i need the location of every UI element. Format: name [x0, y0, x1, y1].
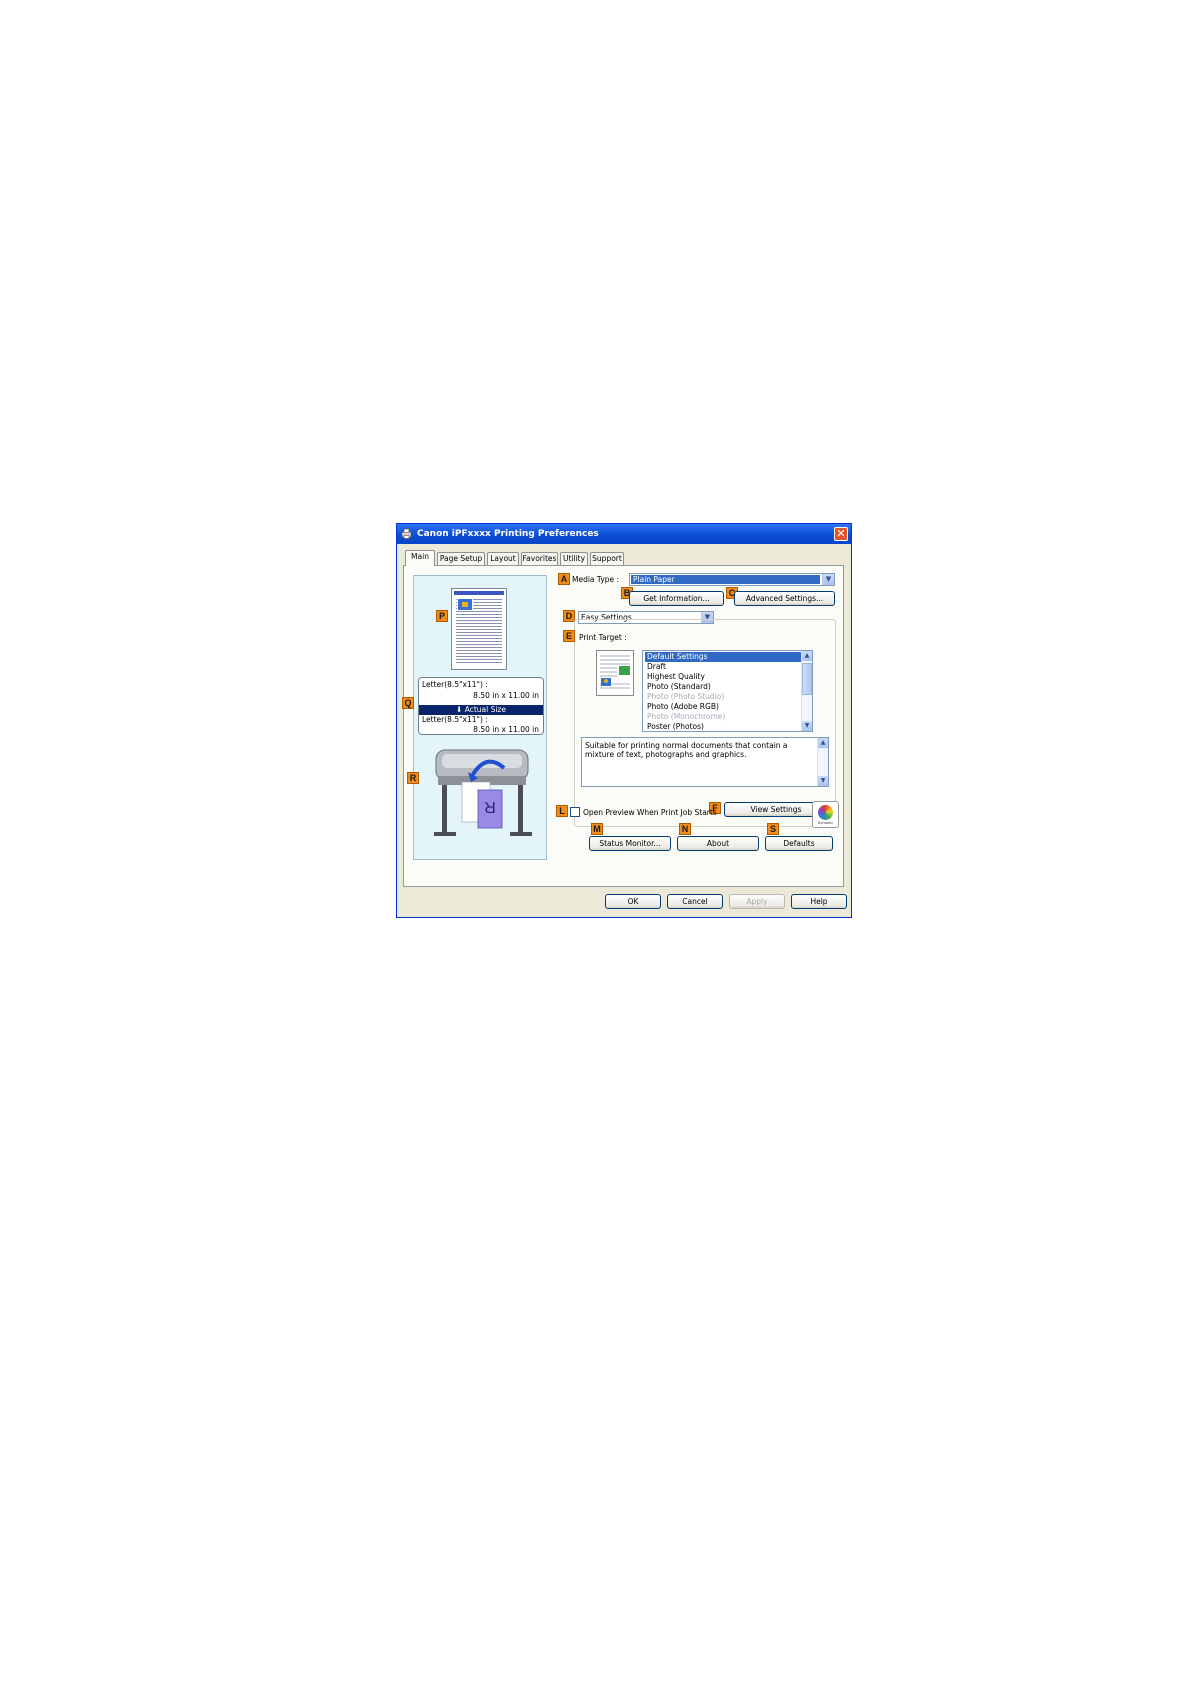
down-arrow-icon: ⬇ — [456, 705, 463, 714]
close-icon: ✕ — [836, 527, 846, 540]
color-mode-icon[interactable]: Dynamic — [812, 801, 839, 828]
scroll-thumb[interactable] — [802, 663, 812, 695]
media-type-value: Plain Paper — [631, 575, 820, 584]
list-item[interactable]: Photo (Standard) — [645, 682, 807, 692]
page-image-icon — [457, 598, 473, 611]
list-item[interactable]: Photo (Adobe RGB) — [645, 702, 807, 712]
marker-s: S — [767, 823, 779, 835]
print-target-description: Suitable for printing normal documents t… — [581, 737, 829, 787]
chevron-down-icon[interactable]: ▼ — [822, 574, 834, 585]
advanced-settings-button[interactable]: Advanced Settings... — [734, 591, 835, 606]
page-layout-preview[interactable] — [451, 588, 507, 670]
list-item[interactable]: Poster (Photos) — [645, 722, 807, 731]
media-type-select[interactable]: Plain Paper ▼ — [629, 573, 835, 586]
defaults-button[interactable]: Defaults — [765, 836, 833, 851]
color-wheel-icon — [818, 805, 833, 820]
help-button[interactable]: Help — [791, 894, 847, 909]
print-target-preview — [596, 650, 634, 696]
list-item[interactable]: Draft — [645, 662, 807, 672]
marker-m: M — [591, 823, 603, 835]
scroll-up-icon[interactable]: ▲ — [802, 651, 812, 661]
tab-support[interactable]: Support — [590, 552, 624, 565]
marker-a: A — [558, 573, 570, 585]
ok-button[interactable]: OK — [605, 894, 661, 909]
page-header-stripe — [454, 591, 504, 595]
marker-n: N — [679, 823, 691, 835]
printer-paper-letter: R — [484, 798, 496, 815]
easy-settings-group: E Print Target : Default Settings Draft — [563, 619, 836, 827]
marker-e: E — [563, 630, 575, 642]
marker-l: L — [556, 805, 568, 817]
list-item[interactable]: Highest Quality — [645, 672, 807, 682]
tab-utility[interactable]: Utility — [560, 552, 588, 565]
output-size-value: 8.50 in x 11.00 in — [473, 725, 539, 734]
list-item[interactable]: Default Settings — [645, 652, 807, 662]
apply-button[interactable]: Apply — [729, 894, 785, 909]
tab-favorites[interactable]: Favorites — [521, 552, 558, 565]
get-information-button[interactable]: Get Information... — [629, 591, 724, 606]
tab-layout[interactable]: Layout — [487, 552, 519, 565]
color-mode-caption: Dynamic — [817, 821, 834, 825]
open-preview-checkbox[interactable] — [570, 807, 580, 817]
printing-preferences-dialog: Canon iPFxxxx Printing Preferences ✕ Mai… — [396, 523, 852, 918]
output-size-label: Letter(8.5"x11") : — [422, 715, 488, 724]
media-type-label: Media Type : — [572, 575, 620, 584]
list-item[interactable]: Photo (Photo Studio) — [645, 692, 807, 702]
status-monitor-button[interactable]: Status Monitor... — [589, 836, 671, 851]
marker-p: P — [436, 610, 448, 622]
original-size-label: Letter(8.5"x11") : — [422, 680, 488, 689]
print-target-list[interactable]: Default Settings Draft Highest Quality P… — [642, 650, 813, 732]
scroll-up-icon[interactable]: ▲ — [818, 738, 828, 748]
print-target-label: Print Target : — [579, 633, 627, 642]
tab-page-setup[interactable]: Page Setup — [437, 552, 485, 565]
tab-main[interactable]: Main — [405, 550, 435, 566]
print-target-scrollbar[interactable]: ▲ ▼ — [801, 651, 812, 731]
open-preview-label: Open Preview When Print Job Starts — [583, 808, 717, 817]
large-format-printer-icon: R — [434, 749, 532, 836]
document-preview-icon — [600, 655, 630, 689]
window-title: Canon iPFxxxx Printing Preferences — [417, 529, 599, 539]
marker-r: R — [407, 772, 419, 784]
title-bar[interactable]: Canon iPFxxxx Printing Preferences ✕ — [397, 524, 851, 544]
original-size-value: 8.50 in x 11.00 in — [473, 691, 539, 700]
description-scrollbar[interactable]: ▲ ▼ — [817, 738, 828, 786]
scaling-indicator: ⬇ Actual Size — [419, 705, 543, 715]
about-button[interactable]: About — [677, 836, 759, 851]
settings-preview-pane: P Letter(8.5"x11") : 8.50 in x 11.00 in … — [407, 575, 547, 860]
description-text: Suitable for printing normal documents t… — [585, 741, 788, 759]
scroll-down-icon[interactable]: ▼ — [818, 776, 828, 786]
scroll-down-icon[interactable]: ▼ — [802, 721, 812, 731]
marker-q: Q — [402, 697, 414, 709]
page-size-summary: Letter(8.5"x11") : 8.50 in x 11.00 in ⬇ … — [418, 677, 544, 735]
main-tab-panel: P Letter(8.5"x11") : 8.50 in x 11.00 in … — [402, 565, 844, 887]
close-button[interactable]: ✕ — [834, 527, 848, 541]
printer-icon — [401, 528, 412, 539]
scaling-label: Actual Size — [464, 705, 506, 714]
list-item[interactable]: Photo (Monochrome) — [645, 712, 807, 722]
cancel-button[interactable]: Cancel — [667, 894, 723, 909]
